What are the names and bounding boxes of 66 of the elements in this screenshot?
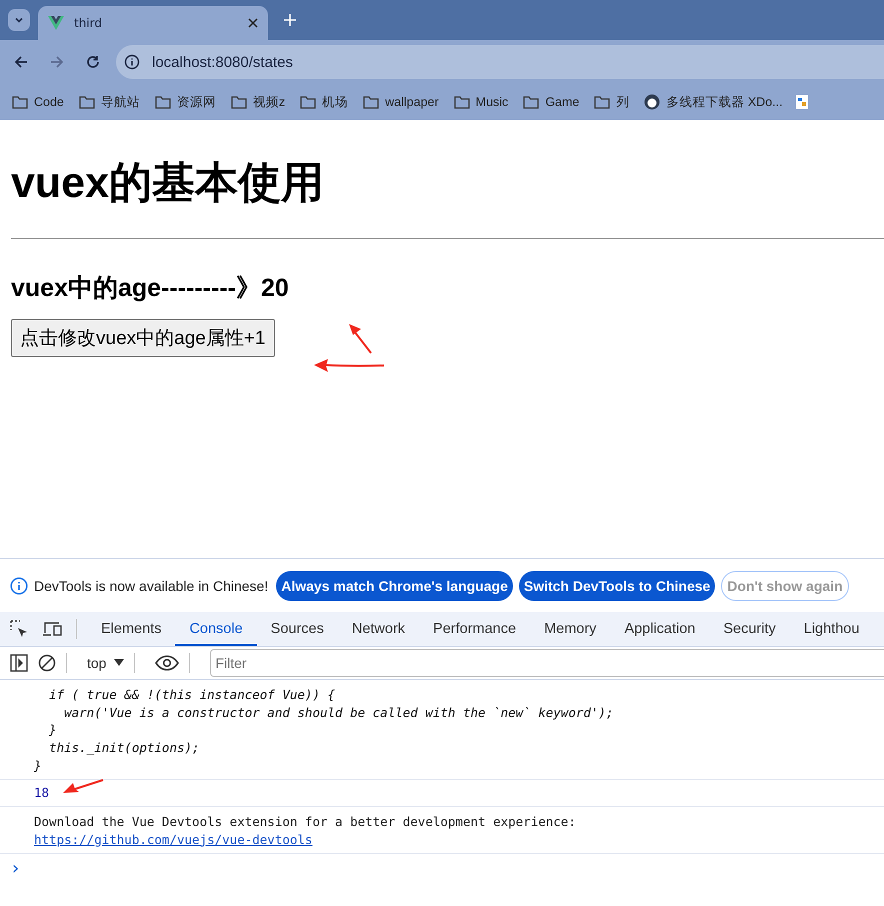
code-line: this._init(options); xyxy=(48,739,201,757)
eye-icon[interactable] xyxy=(155,655,180,671)
filter-field[interactable]: Filter xyxy=(210,649,884,677)
tab-list-button[interactable] xyxy=(8,9,30,31)
bookmark[interactable]: 导航站 xyxy=(76,94,142,110)
infobar-button[interactable]: Always match Chrome's language xyxy=(276,570,513,600)
folder-icon xyxy=(454,96,470,108)
annotation-arrow xyxy=(62,779,104,795)
folder-icon xyxy=(230,96,247,108)
annotation-arrow xyxy=(313,358,385,372)
devtools-tab[interactable]: Performance xyxy=(419,612,530,646)
code-line: } xyxy=(48,721,58,740)
increment-button[interactable]: 点击修改vuex中的age属性+1 xyxy=(11,318,274,357)
site-icon xyxy=(644,94,660,110)
back-icon[interactable] xyxy=(14,55,28,69)
address-bar[interactable]: localhost:8080/states xyxy=(116,45,884,79)
devtools-tab[interactable]: Lighthou xyxy=(790,612,874,646)
bookmark[interactable]: 多线程下载器 XDo... xyxy=(642,94,785,110)
site-icon[interactable] xyxy=(796,95,808,109)
bookmark[interactable]: wallpaper xyxy=(361,95,441,109)
browser-tab[interactable]: third xyxy=(38,6,268,40)
folder-icon xyxy=(12,96,28,108)
devtools-link[interactable]: https://github.com/vuejs/vue-devtools xyxy=(34,832,312,847)
folder-icon xyxy=(363,96,380,108)
caret-icon xyxy=(114,659,124,667)
folder-icon xyxy=(154,96,171,108)
bookmark[interactable]: 资源网 xyxy=(152,94,218,110)
devtools-tab[interactable]: Memory xyxy=(530,612,610,646)
bookmark[interactable]: 视频z xyxy=(228,94,288,110)
folder-icon xyxy=(523,96,540,108)
console-prompt[interactable]: › xyxy=(0,858,884,879)
devtools-tab[interactable]: Network xyxy=(338,612,420,646)
sidebar-icon[interactable] xyxy=(10,654,28,672)
age-text: vuex中的age---------》20 xyxy=(11,272,290,303)
close-icon[interactable] xyxy=(248,18,258,28)
devtools-tab[interactable]: Console xyxy=(175,612,257,646)
info-icon[interactable] xyxy=(124,54,140,70)
inspect-icon[interactable] xyxy=(10,620,28,638)
reload-icon[interactable] xyxy=(86,55,100,69)
code-line: if ( true && !(this instanceof Vue)) { xyxy=(48,686,336,704)
code-line: warn('Vue is a constructor and should be called with the `new` keyword'); xyxy=(63,704,614,722)
bookmark[interactable]: 机场 xyxy=(298,94,350,110)
info-icon xyxy=(10,576,28,594)
log-number: 18 xyxy=(34,784,50,802)
new-tab-icon[interactable] xyxy=(284,14,296,26)
context-select[interactable]: top xyxy=(87,655,124,671)
folder-icon xyxy=(78,96,95,108)
infobar-button[interactable]: Switch DevTools to Chinese xyxy=(518,570,716,600)
vue-logo-icon xyxy=(48,16,64,30)
device-icon[interactable] xyxy=(42,621,62,637)
devtools-tab[interactable]: Application xyxy=(610,612,710,646)
page-heading: vuex的基本使用 xyxy=(11,158,326,209)
bookmark[interactable]: Code xyxy=(10,95,66,109)
bookmark[interactable]: Game xyxy=(521,95,582,109)
infobar-message: DevTools is now available in Chinese! xyxy=(34,578,268,594)
folder-icon xyxy=(594,96,610,108)
devtools-tab[interactable]: Sources xyxy=(256,612,338,646)
annotation-arrow xyxy=(348,323,374,355)
bookmark[interactable]: Music xyxy=(452,95,510,109)
code-line: } xyxy=(34,756,43,775)
folder-icon xyxy=(300,96,316,108)
devtools-tab[interactable]: Security xyxy=(709,612,790,646)
bookmark[interactable]: 列 xyxy=(592,94,632,110)
clear-icon[interactable] xyxy=(38,654,56,672)
log-message: Download the Vue Devtools extension for a better development experience: xyxy=(34,812,577,831)
devtools-tab[interactable]: Elements xyxy=(87,612,176,646)
